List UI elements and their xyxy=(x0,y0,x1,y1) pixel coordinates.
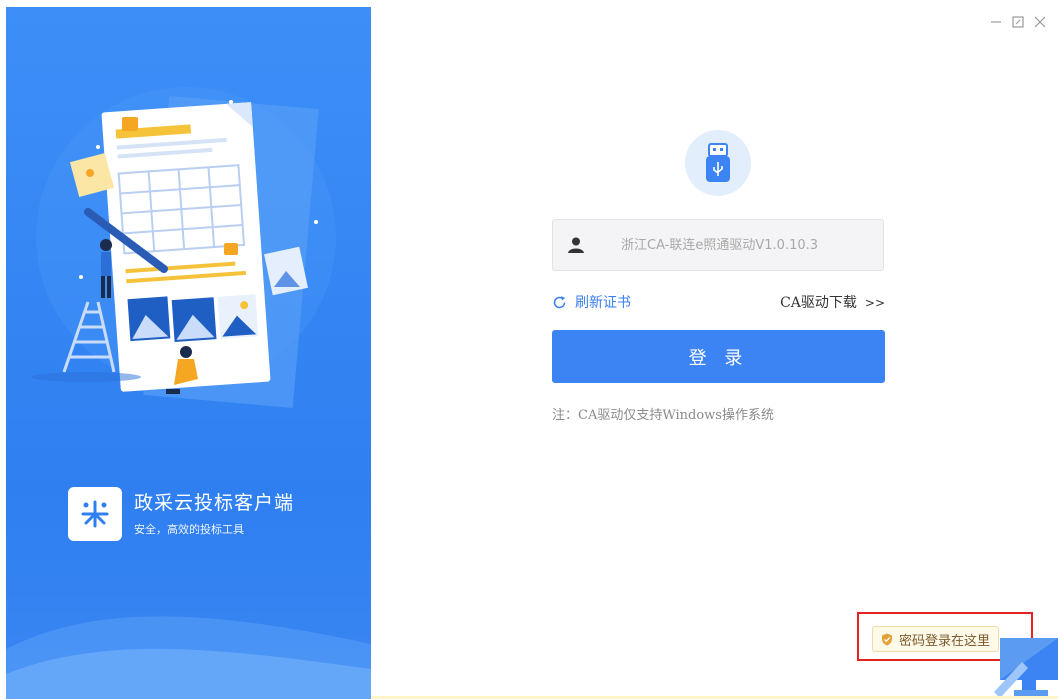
brand-block: 政采云投标客户端 安全，高效的投标工具 xyxy=(68,487,294,541)
usb-key-icon xyxy=(706,143,730,182)
maximize-button[interactable] xyxy=(1010,14,1026,30)
window-controls xyxy=(988,14,1048,30)
password-login-link[interactable]: 密码登录在这里 xyxy=(872,626,1000,652)
refresh-label: 刷新证书 xyxy=(575,295,631,311)
app-logo xyxy=(68,487,122,541)
ca-download-label: CA驱动下载 xyxy=(780,295,857,311)
app-subtitle: 安全，高效的投标工具 xyxy=(134,523,244,536)
minimize-icon xyxy=(991,21,1001,23)
app-title: 政采云投标客户端 xyxy=(134,492,295,514)
certificate-select[interactable]: 浙江CA-联连e照通驱动V1.0.10.3 xyxy=(552,219,884,271)
refresh-certificate-link[interactable]: 刷新证书 xyxy=(552,292,631,312)
user-icon xyxy=(568,237,584,253)
login-button[interactable]: 登 录 xyxy=(552,330,885,383)
certificate-value: 浙江CA-联连e照通驱动V1.0.10.3 xyxy=(621,238,819,253)
close-icon xyxy=(1034,16,1046,28)
windows-support-note: 注：CA驱动仅支持Windows操作系统 xyxy=(552,408,774,423)
monitor-icon[interactable] xyxy=(992,632,1058,699)
refresh-icon xyxy=(552,295,567,310)
ca-driver-download-link[interactable]: CA驱动下载 >> xyxy=(780,292,885,312)
password-login-label: 密码登录在这里 xyxy=(899,633,991,649)
hero-illustration xyxy=(31,87,336,408)
brand-panel: 政采云投标客户端 安全，高效的投标工具 xyxy=(6,7,371,699)
ca-download-arrow: >> xyxy=(864,296,885,310)
maximize-icon xyxy=(1012,16,1024,28)
wave-decoration xyxy=(6,616,371,699)
usb-key-badge xyxy=(685,130,751,196)
shield-icon xyxy=(881,633,893,646)
close-button[interactable] xyxy=(1032,14,1048,30)
minimize-button[interactable] xyxy=(988,14,1004,30)
